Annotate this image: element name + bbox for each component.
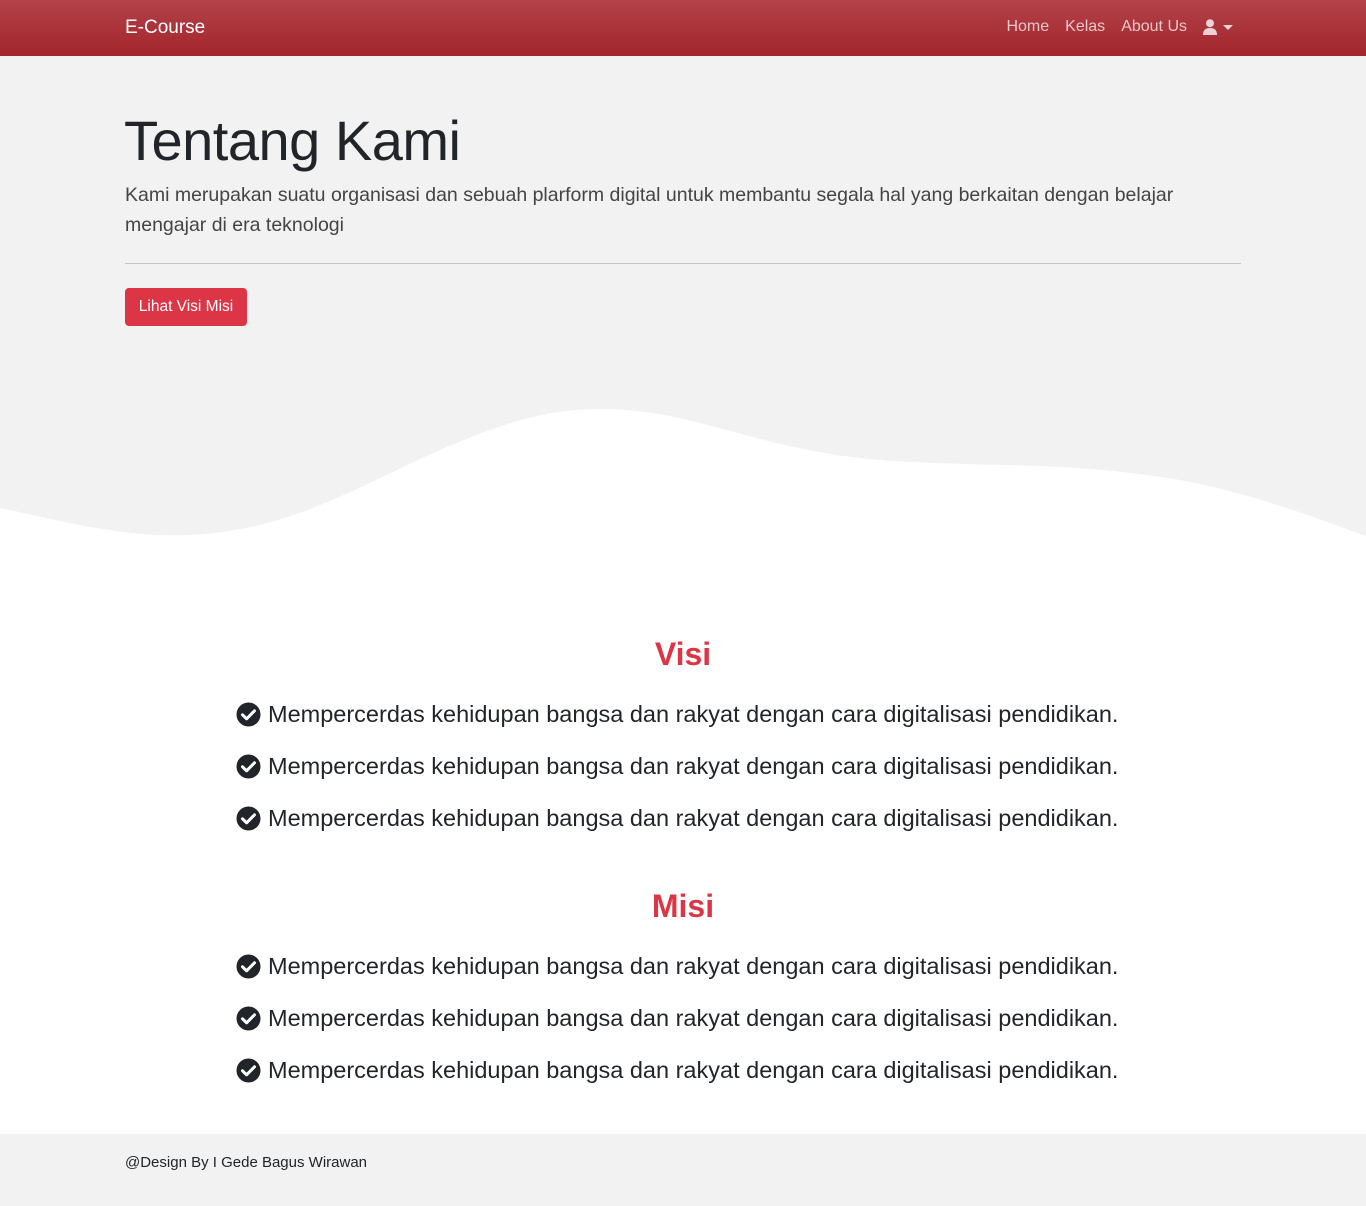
list-item: Mempercerdas kehidupan bangsa dan rakyat… <box>236 1044 1118 1096</box>
visi-item-text: Mempercerdas kehidupan bangsa dan rakyat… <box>268 700 1119 727</box>
check-circle-icon <box>236 1058 261 1082</box>
visi-section: Visi <box>0 636 1366 673</box>
hero-divider <box>125 263 1241 264</box>
list-item: Mempercerdas kehidupan bangsa dan rakyat… <box>236 740 1118 792</box>
nav-links: Home Kelas About Us <box>990 18 1233 36</box>
footer: @Design By I Gede Bagus Wirawan <box>0 1134 1366 1206</box>
nav-link-about-us[interactable]: About Us <box>1121 18 1187 36</box>
visi-title: Visi <box>654 636 712 672</box>
misi-item-text: Mempercerdas kehidupan bangsa dan rakyat… <box>268 1004 1119 1031</box>
check-circle-icon <box>236 1006 261 1030</box>
hero-lead-text: Kami merupakan suatu organisasi dan sebu… <box>125 184 1174 236</box>
visi-list: Mempercerdas kehidupan bangsa dan rakyat… <box>236 688 1118 844</box>
list-item: Mempercerdas kehidupan bangsa dan rakyat… <box>236 688 1118 740</box>
page-title: Tentang Kami <box>124 109 461 172</box>
caret-down-icon <box>1223 24 1233 30</box>
check-circle-icon <box>236 806 261 830</box>
visi-item-text: Mempercerdas kehidupan bangsa dan rakyat… <box>268 804 1119 831</box>
list-item: Mempercerdas kehidupan bangsa dan rakyat… <box>236 992 1118 1044</box>
misi-list: Mempercerdas kehidupan bangsa dan rakyat… <box>236 940 1118 1096</box>
nav-link-home[interactable]: Home <box>1006 18 1049 36</box>
check-circle-icon <box>236 702 261 726</box>
user-icon <box>1203 19 1217 35</box>
misi-item-text: Mempercerdas kehidupan bangsa dan rakyat… <box>268 952 1119 979</box>
list-item: Mempercerdas kehidupan bangsa dan rakyat… <box>236 940 1118 992</box>
list-item: Mempercerdas kehidupan bangsa dan rakyat… <box>236 792 1118 844</box>
lihat-visi-misi-button[interactable]: Lihat Visi Misi <box>125 288 247 326</box>
misi-section: Misi <box>0 888 1366 925</box>
navbar: E-Course Home Kelas About Us <box>0 0 1366 56</box>
check-circle-icon <box>236 954 261 978</box>
misi-item-text: Mempercerdas kehidupan bangsa dan rakyat… <box>268 1056 1119 1083</box>
wave-divider <box>0 408 1366 556</box>
nav-link-kelas[interactable]: Kelas <box>1065 18 1105 36</box>
brand-link[interactable]: E-Course <box>125 17 205 39</box>
misi-title: Misi <box>651 888 715 924</box>
check-circle-icon <box>236 754 261 778</box>
visi-item-text: Mempercerdas kehidupan bangsa dan rakyat… <box>268 752 1119 779</box>
user-dropdown-toggle[interactable] <box>1203 19 1233 35</box>
footer-credit: @Design By I Gede Bagus Wirawan <box>125 1154 367 1171</box>
